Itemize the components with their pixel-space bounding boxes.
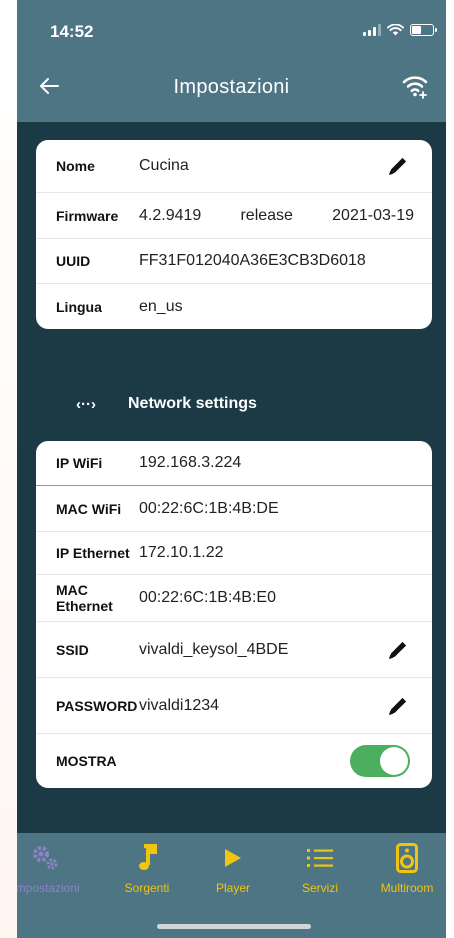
language-row: Lingua en_us [36, 284, 432, 329]
battery-icon [410, 24, 437, 36]
nav-impostazioni[interactable]: Impostazioni [17, 843, 89, 903]
uuid-label: UUID [56, 253, 91, 269]
network-section-header: ‹··› Network settings [36, 392, 432, 416]
ip-ethernet-label: IP Ethernet [56, 545, 130, 561]
show-password-toggle[interactable] [350, 745, 410, 777]
cellular-signal-icon [363, 24, 381, 36]
edit-ssid-button[interactable] [386, 638, 410, 662]
code-brackets-icon: ‹··› [76, 395, 96, 413]
bottom-nav: Impostazioni Sorgenti Player Servizi Mul… [17, 833, 446, 938]
show-password-label: MOSTRA [56, 753, 117, 769]
device-name-row: Nome Cucina [36, 140, 432, 193]
nav-label-player: Player [215, 881, 250, 895]
edit-password-button[interactable] [386, 694, 410, 718]
ssid-row: SSID vivaldi_keysol_4BDE [36, 622, 432, 678]
nav-sorgenti[interactable]: Sorgenti [104, 843, 190, 903]
status-icons [363, 24, 437, 36]
network-card: IP WiFi 192.168.3.224 MAC WiFi 00:22:6C:… [36, 441, 432, 788]
ssid-label: SSID [56, 641, 89, 658]
show-password-row: MOSTRA [36, 734, 432, 788]
home-indicator [157, 924, 311, 929]
nav-player[interactable]: Player [190, 843, 276, 903]
ip-ethernet-value: 172.10.1.22 [139, 544, 224, 561]
speaker-icon [396, 843, 418, 873]
uuid-row: UUID FF31F012040A36E3CB3D6018 [36, 239, 432, 284]
mac-wifi-row: MAC WiFi 00:22:6C:1B:4B:DE [36, 486, 432, 532]
firmware-version: 4.2.9419 [139, 206, 202, 224]
ip-wifi-label: IP WiFi [56, 455, 103, 471]
language-value: en_us [139, 297, 183, 315]
edit-name-button[interactable] [386, 154, 410, 178]
firmware-value: 4.2.9419 release 2021-03-19 [139, 207, 432, 225]
password-row: PASSWORD vivaldi1234 [36, 678, 432, 734]
firmware-row: Firmware 4.2.9419 release 2021-03-19 [36, 193, 432, 239]
mac-wifi-value: 00:22:6C:1B:4B:DE [139, 499, 279, 517]
nav-label-multiroom: Multiroom [380, 881, 434, 895]
nav-label-sorgenti: Sorgenti [124, 881, 170, 895]
nav-label-servizi: Servizi [301, 881, 338, 895]
firmware-label: Firmware [56, 207, 119, 224]
page-margin-right [446, 0, 454, 938]
mac-wifi-label: MAC WiFi [56, 500, 122, 517]
pencil-icon [389, 641, 407, 659]
ip-wifi-value: 192.168.3.224 [139, 454, 242, 471]
page-margin-left [0, 0, 17, 938]
language-label: Lingua [56, 298, 102, 315]
ip-ethernet-row: IP Ethernet 172.10.1.22 [36, 532, 432, 575]
mac-ethernet-value: 00:22:6C:1B:4B:E0 [139, 589, 276, 606]
device-info-card: Nome Cucina Firmware 4.2.9419 release 20… [36, 140, 432, 329]
mac-ethernet-row: MAC Ethernet 00:22:6C:1B:4B:E0 [36, 575, 432, 622]
mac-ethernet-label: MAC Ethernet [56, 582, 113, 614]
page-title: Impostazioni [173, 76, 290, 98]
pencil-icon [389, 157, 407, 175]
nav-servizi[interactable]: Servizi [277, 843, 363, 903]
network-section-title: Network settings [128, 395, 257, 412]
password-label: PASSWORD [56, 697, 138, 714]
list-icon [306, 843, 334, 873]
device-name-label: Nome [56, 158, 95, 174]
gears-icon [29, 843, 63, 873]
nav-label-impostazioni: Impostazioni [17, 881, 80, 895]
pencil-icon [389, 697, 407, 715]
wifi-status-icon [387, 24, 404, 36]
top-bar: 14:52 Impostazioni [17, 0, 446, 122]
app-screen: 14:52 Impostazioni Nome Cucina Firmware … [17, 0, 446, 938]
firmware-channel: release [240, 206, 293, 224]
play-icon [223, 843, 243, 873]
wifi-add-button[interactable] [400, 72, 432, 100]
uuid-value: FF31F012040A36E3CB3D6018 [139, 252, 366, 269]
music-note-icon [136, 843, 158, 873]
ip-wifi-row: IP WiFi 192.168.3.224 [36, 441, 432, 486]
nav-multiroom[interactable]: Multiroom [364, 843, 446, 903]
firmware-date: 2021-03-19 [332, 206, 414, 224]
status-time: 14:52 [50, 22, 94, 41]
wifi-plus-icon [402, 76, 428, 99]
